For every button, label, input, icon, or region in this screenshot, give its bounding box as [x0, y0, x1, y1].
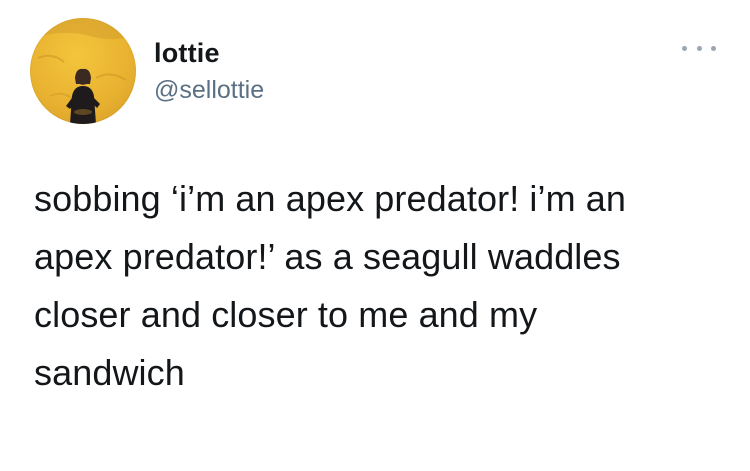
- more-dot: [696, 45, 702, 51]
- more-dot: [711, 45, 716, 51]
- tweet-text-line: apex predator!’ as a seagull waddles: [34, 236, 621, 277]
- tweet-text-line: sobbing ‘i’m an apex predator! i’m an: [34, 178, 627, 219]
- avatar-photo: [30, 18, 136, 124]
- display-name[interactable]: lottie: [154, 38, 220, 69]
- avatar[interactable]: [30, 18, 136, 124]
- tweet-text-line: sandwich: [34, 352, 185, 393]
- user-handle[interactable]: @sellottie: [154, 76, 264, 105]
- tweet-text-line: closer and closer to me and my: [34, 294, 538, 335]
- tweet-card: lottie @sellottie sobbing ‘i’m an apex p…: [0, 0, 750, 471]
- more-horizontal-icon[interactable]: [682, 40, 716, 56]
- more-dot: [682, 45, 687, 51]
- tweet-text: sobbing ‘i’m an apex predator! i’m an ap…: [34, 170, 724, 402]
